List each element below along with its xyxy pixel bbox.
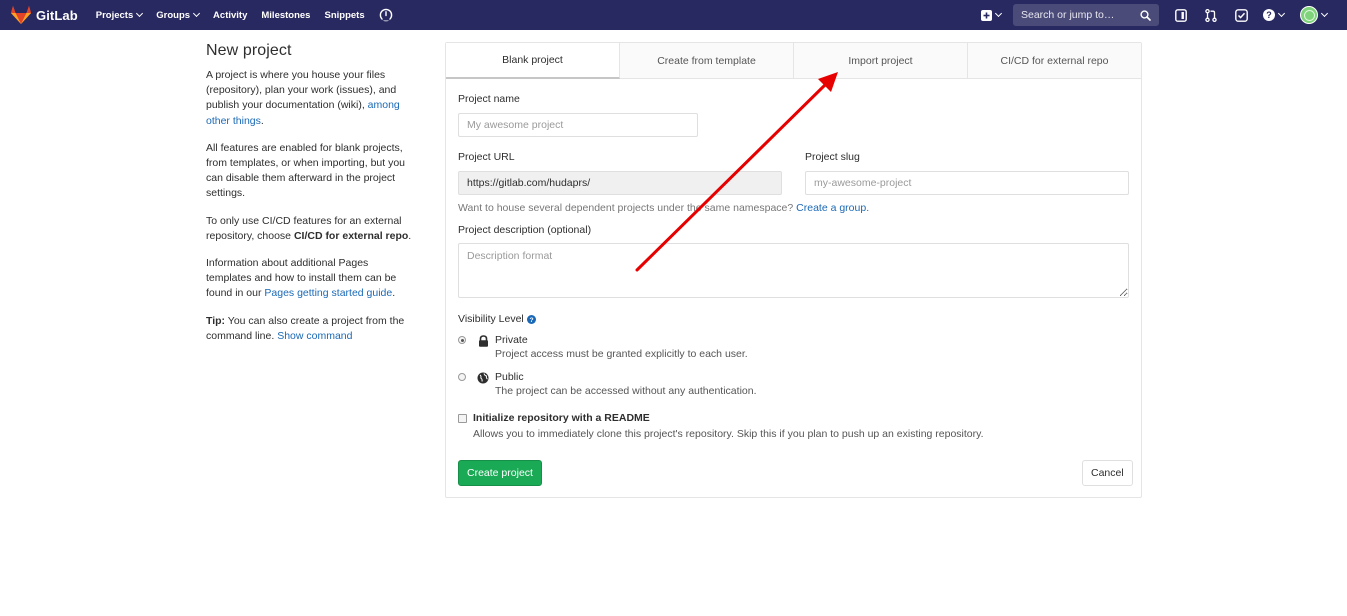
nav-milestones-label: Milestones — [261, 9, 311, 21]
merge-request-icon[interactable] — [1203, 7, 1219, 23]
private-text: Private Project access must be granted e… — [495, 334, 748, 361]
search-icon — [1140, 9, 1151, 21]
nav-milestones[interactable]: Milestones — [261, 10, 310, 21]
nav-snippets-label: Snippets — [324, 9, 365, 21]
cicd-end: . — [408, 229, 412, 242]
tab-create-from-template[interactable]: Create from template — [620, 43, 794, 78]
todo-check-icon[interactable] — [1233, 7, 1249, 23]
lock-icon — [476, 334, 490, 348]
public-desc: The project can be accessed without any … — [495, 385, 757, 397]
plus-square-icon — [981, 9, 992, 21]
avatar — [1300, 6, 1318, 24]
project-url-field — [458, 171, 782, 195]
tab-blank-project[interactable]: Blank project — [446, 43, 620, 79]
namespace-help-text: Want to house several dependent projects… — [458, 202, 797, 214]
gitlab-logo[interactable]: GitLab — [11, 0, 78, 30]
visibility-label-text: Visibility Level — [458, 313, 524, 325]
search-input[interactable] — [1021, 9, 1140, 21]
tip-paragraph: Tip: You can also create a project from … — [206, 314, 416, 344]
create-group-link[interactable]: Create a group. — [796, 202, 869, 214]
project-slug-input[interactable] — [805, 171, 1129, 195]
description-textarea[interactable] — [458, 243, 1129, 298]
readme-checkbox[interactable] — [458, 414, 467, 423]
project-name-label: Project name — [458, 93, 520, 105]
visibility-level-label: Visibility Level ? — [458, 313, 536, 325]
search-box[interactable] — [1013, 4, 1159, 26]
svg-text:?: ? — [1266, 10, 1272, 20]
private-desc: Project access must be granted explicitl… — [495, 348, 748, 360]
page-title: New project — [206, 42, 292, 59]
chevron-down-icon — [193, 9, 201, 18]
project-description-panel: New project A project is where you house… — [206, 42, 416, 356]
performance-bar-gauge-icon[interactable] — [379, 8, 393, 22]
private-radio[interactable] — [458, 336, 466, 344]
tip-label: Tip: — [206, 314, 226, 327]
pages-end: . — [392, 287, 396, 300]
project-url-label: Project URL — [458, 151, 515, 163]
brand-name: GitLab — [36, 7, 78, 23]
chevron-down-icon — [1277, 9, 1286, 18]
intro-end: . — [260, 114, 264, 127]
public-text: Public The project can be accessed witho… — [495, 371, 757, 398]
public-radio[interactable] — [458, 373, 466, 381]
tab-cicd-external-repo[interactable]: CI/CD for external repo — [968, 43, 1141, 78]
pages-guide-link[interactable]: Pages getting started guide — [264, 287, 392, 299]
main-nav: Projects Groups Activity Milestones Snip… — [96, 0, 393, 30]
intro-paragraph: A project is where you house your files … — [206, 68, 416, 129]
public-title: Public — [495, 371, 524, 383]
cicd-bold: CI/CD for external repo — [293, 229, 409, 242]
nav-projects-label: Projects — [95, 9, 134, 21]
top-navbar: GitLab Projects Groups Activity Mileston… — [0, 0, 1347, 30]
tab-import-project[interactable]: Import project — [794, 43, 968, 78]
help-question-icon: ? — [1263, 9, 1275, 21]
chevron-down-icon — [1320, 9, 1329, 18]
create-project-button[interactable]: Create project — [458, 460, 542, 486]
cicd-paragraph: To only use CI/CD features for an extern… — [206, 214, 416, 244]
visibility-private-option[interactable]: Private Project access must be granted e… — [458, 334, 748, 361]
features-paragraph: All features are enabled for blank proje… — [206, 141, 406, 200]
help-dropdown[interactable]: ? — [1263, 9, 1286, 21]
cancel-button[interactable]: Cancel — [1082, 460, 1133, 486]
namespace-help: Want to house several dependent projects… — [458, 202, 869, 214]
user-menu-dropdown[interactable] — [1300, 6, 1329, 24]
nav-activity[interactable]: Activity — [213, 10, 247, 21]
nav-projects[interactable]: Projects — [95, 9, 144, 21]
svg-text:?: ? — [529, 317, 533, 324]
readme-label[interactable]: Initialize repository with a README — [473, 412, 650, 424]
nav-snippets[interactable]: Snippets — [324, 10, 364, 21]
new-item-dropdown[interactable] — [981, 9, 1003, 21]
nav-activity-label: Activity — [213, 9, 248, 21]
project-name-input[interactable] — [458, 113, 698, 137]
new-project-card: Blank project Create from template Impor… — [445, 42, 1142, 498]
project-type-tabs: Blank project Create from template Impor… — [446, 43, 1141, 79]
globe-icon — [476, 371, 490, 385]
gitlab-tanuki-icon — [11, 6, 31, 24]
help-question-icon[interactable]: ? — [526, 314, 536, 324]
chevron-down-icon — [994, 9, 1003, 18]
visibility-public-option[interactable]: Public The project can be accessed witho… — [458, 371, 757, 398]
show-command-link[interactable]: Show command — [277, 330, 352, 342]
nav-groups-label: Groups — [156, 9, 191, 21]
description-label: Project description (optional) — [458, 224, 592, 236]
private-title: Private — [495, 334, 528, 346]
sidebar-toggle-icon[interactable] — [1173, 7, 1189, 23]
readme-desc: Allows you to immediately clone this pro… — [473, 428, 984, 440]
pages-paragraph: Information about additional Pages templ… — [206, 256, 416, 302]
chevron-down-icon — [136, 9, 144, 18]
nav-groups[interactable]: Groups — [156, 9, 201, 21]
nav-right-area: ? — [981, 0, 1347, 30]
project-slug-label: Project slug — [805, 151, 860, 163]
